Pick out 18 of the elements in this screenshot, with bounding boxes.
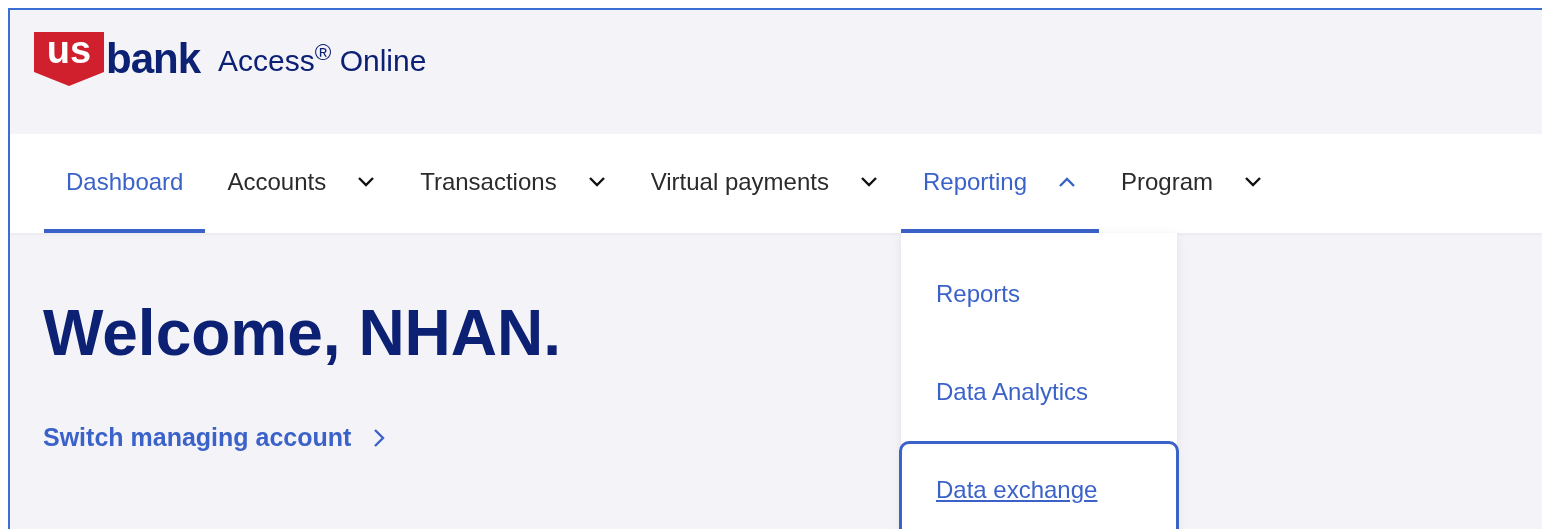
chevron-down-icon xyxy=(1243,175,1264,188)
dropdown-item[interactable]: Reports xyxy=(898,245,1179,343)
dropdown-item[interactable]: Data Analytics xyxy=(898,343,1179,441)
welcome-heading: Welcome, NHAN. xyxy=(43,297,563,369)
nav-link[interactable]: Dashboard xyxy=(44,134,206,233)
chevron-up-icon xyxy=(1057,175,1077,188)
bank-logo: us bank xyxy=(34,32,201,86)
nav-menu-button[interactable]: Accounts xyxy=(205,134,399,233)
chevron-down-icon xyxy=(586,175,607,188)
nav-menu-button[interactable]: Program xyxy=(1099,134,1286,233)
nav-menu-button[interactable]: Virtual payments xyxy=(628,134,901,233)
nav-menu-button[interactable]: Transactions xyxy=(398,134,629,233)
chevron-right-icon xyxy=(373,427,386,448)
dropdown-item[interactable]: Data exchange xyxy=(898,441,1179,529)
product-name: Access$^{®}$ Online xyxy=(218,38,427,79)
chevron-down-icon xyxy=(356,175,377,188)
switch-account-link[interactable]: Switch managing account xyxy=(43,419,386,457)
chevron-down-icon xyxy=(858,175,879,188)
